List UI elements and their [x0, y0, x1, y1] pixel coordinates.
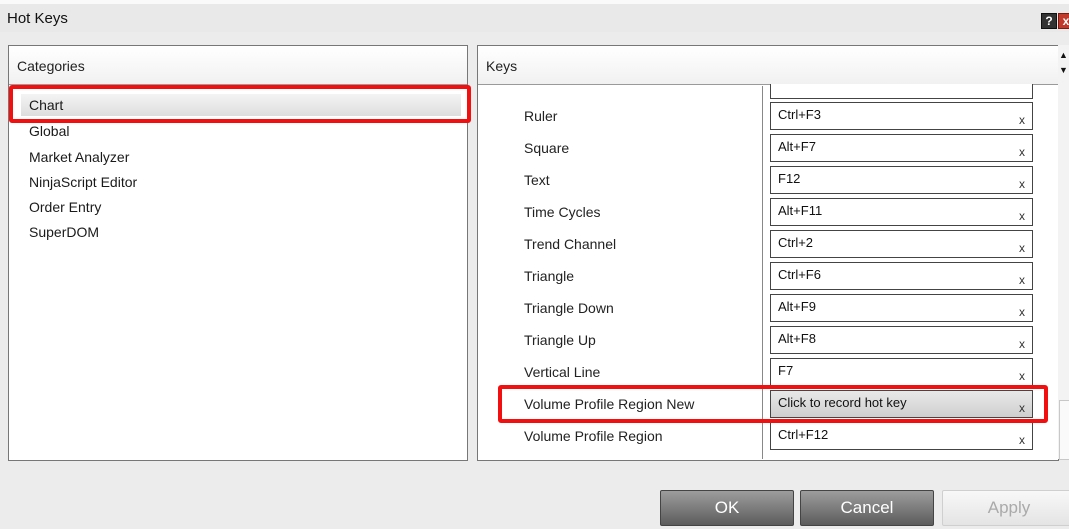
key-field[interactable]: Ctrl+F12 x	[770, 422, 1033, 450]
key-action-label: Volume Profile Region New	[524, 396, 695, 412]
key-row-trend-channel: Trend Channel Ctrl+2 x	[478, 226, 1038, 258]
clear-key-button[interactable]: x	[1019, 337, 1025, 351]
key-field[interactable]: F12 x	[770, 166, 1033, 194]
clear-key-button[interactable]: x	[1019, 305, 1025, 319]
help-button[interactable]: ?	[1041, 13, 1057, 29]
title-bar: Hot Keys ? x	[0, 4, 1069, 32]
clear-key-button[interactable]: x	[1019, 113, 1025, 127]
apply-button[interactable]: Apply	[942, 490, 1069, 526]
key-value: Alt+F9	[778, 299, 816, 314]
clear-key-button[interactable]: x	[1019, 369, 1025, 383]
scroll-up-icon[interactable]: ▲	[1058, 50, 1069, 60]
key-value: Alt+F8	[778, 331, 816, 346]
clear-key-button[interactable]: x	[1019, 401, 1025, 415]
key-row-triangle: Triangle Ctrl+F6 x	[478, 258, 1038, 290]
key-field-recording[interactable]: Click to record hot key x	[770, 390, 1033, 418]
clear-key-button[interactable]: x	[1019, 209, 1025, 223]
key-value: F12	[778, 171, 801, 186]
keys-panel: Keys Ruler Ctrl+F3 x Square Alt+F7 x Tex…	[477, 45, 1059, 461]
category-item-superdom[interactable]: SuperDOM	[21, 221, 461, 243]
key-value: Ctrl+F6	[778, 267, 821, 282]
key-field[interactable]: Alt+F8 x	[770, 326, 1033, 354]
key-action-label: Triangle	[524, 268, 575, 284]
category-label: Order Entry	[29, 199, 102, 215]
key-field[interactable]: Ctrl+F6 x	[770, 262, 1033, 290]
key-field[interactable]: Ctrl+F3 x	[770, 102, 1033, 130]
key-action-label: Time Cycles	[524, 204, 601, 220]
category-label: Global	[29, 123, 70, 139]
key-action-label: Trend Channel	[524, 236, 617, 252]
key-row-time-cycles: Time Cycles Alt+F11 x	[478, 194, 1038, 226]
keys-scrollbar[interactable]: ▲ ▼	[1058, 45, 1069, 460]
category-item-ninjascript-editor[interactable]: NinjaScript Editor	[21, 171, 461, 193]
scroll-down-icon[interactable]: ▼	[1058, 65, 1069, 75]
key-value: F7	[778, 363, 794, 378]
clear-key-button[interactable]: x	[1019, 433, 1025, 447]
key-action-label: Vertical Line	[524, 364, 601, 380]
key-action-label: Ruler	[524, 108, 558, 124]
cancel-button[interactable]: Cancel	[800, 490, 934, 526]
scroll-thumb[interactable]	[1059, 400, 1069, 460]
key-row-triangle-down: Triangle Down Alt+F9 x	[478, 290, 1038, 322]
category-item-global[interactable]: Global	[21, 120, 461, 142]
key-value: Ctrl+2	[778, 235, 814, 250]
key-action-label: Triangle Up	[524, 332, 596, 348]
key-value: Ctrl+F12	[778, 427, 829, 442]
category-label: Market Analyzer	[29, 149, 130, 165]
category-item-market-analyzer[interactable]: Market Analyzer	[21, 146, 461, 168]
key-action-label: Volume Profile Region	[524, 428, 663, 444]
category-label: SuperDOM	[29, 224, 100, 240]
ok-button[interactable]: OK	[660, 490, 794, 526]
key-field[interactable]: Alt+F11 x	[770, 198, 1033, 226]
key-row-square: Square Alt+F7 x	[478, 130, 1038, 162]
key-value: Ctrl+F3	[778, 107, 821, 122]
key-row-ruler: Ruler Ctrl+F3 x	[478, 98, 1038, 130]
clear-key-button[interactable]: x	[1019, 273, 1025, 287]
key-action-label: Square	[524, 140, 570, 156]
category-item-chart[interactable]: Chart	[21, 94, 461, 116]
clear-key-button[interactable]: x	[1019, 241, 1025, 255]
categories-header: Categories	[9, 46, 467, 85]
key-field[interactable]: F7 x	[770, 358, 1033, 386]
categories-header-label: Categories	[17, 58, 85, 74]
key-row-text: Text F12 x	[478, 162, 1038, 194]
clear-key-button[interactable]: x	[1019, 177, 1025, 191]
close-button[interactable]: x	[1058, 13, 1069, 29]
key-field-partial[interactable]	[770, 84, 1033, 99]
key-field[interactable]: Alt+F9 x	[770, 294, 1033, 322]
keys-header-label: Keys	[486, 58, 518, 74]
category-item-order-entry[interactable]: Order Entry	[21, 196, 461, 218]
key-row-volume-profile-region-new: Volume Profile Region New Click to recor…	[478, 386, 1038, 418]
key-field[interactable]: Ctrl+2 x	[770, 230, 1033, 258]
window-title: Hot Keys	[7, 10, 68, 27]
category-label: NinjaScript Editor	[29, 174, 138, 190]
categories-panel: Categories Chart Global Market Analyzer …	[8, 45, 468, 461]
key-row-volume-profile-region: Volume Profile Region Ctrl+F12 x	[478, 418, 1038, 450]
key-action-label: Text	[524, 172, 550, 188]
key-field[interactable]: Alt+F7 x	[770, 134, 1033, 162]
key-action-label: Triangle Down	[524, 300, 614, 316]
key-row-vertical-line: Vertical Line F7 x	[478, 354, 1038, 386]
category-label: Chart	[29, 97, 64, 113]
key-row-triangle-up: Triangle Up Alt+F8 x	[478, 322, 1038, 354]
key-value: Click to record hot key	[778, 395, 907, 410]
keys-header: Keys	[478, 46, 1058, 85]
key-value: Alt+F7	[778, 139, 816, 154]
key-value: Alt+F11	[778, 203, 823, 218]
clear-key-button[interactable]: x	[1019, 145, 1025, 159]
